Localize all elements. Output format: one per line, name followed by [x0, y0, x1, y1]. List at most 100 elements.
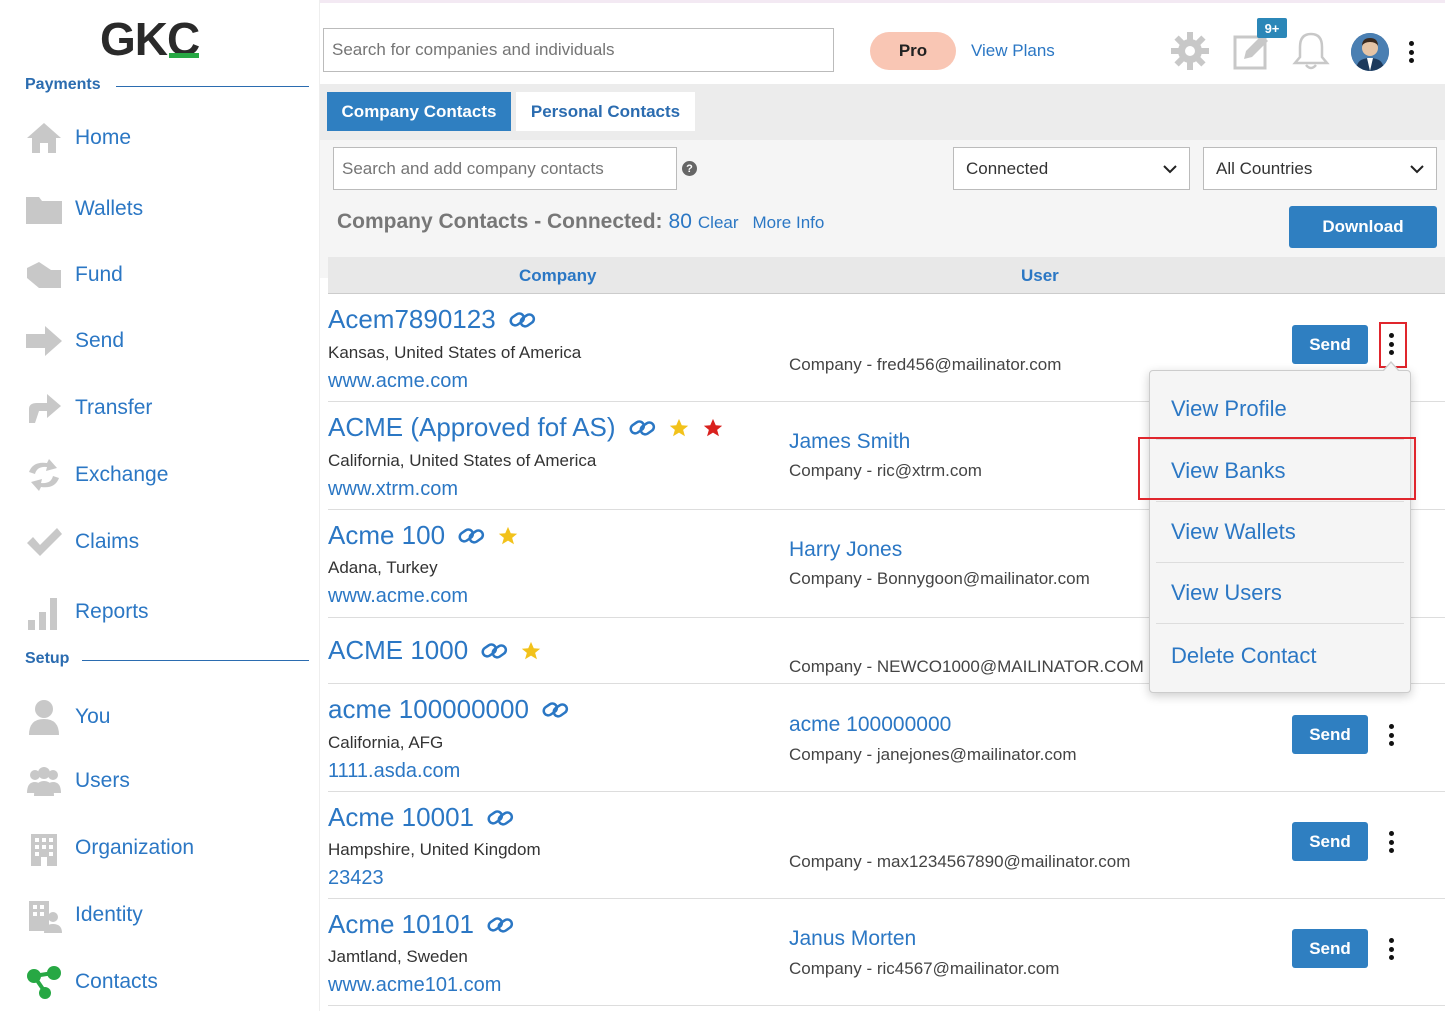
company-name-link[interactable]: Acme 10001: [328, 802, 514, 833]
company-location: California, United States of America: [328, 451, 597, 470]
sidebar-item-transfer[interactable]: Transfer: [25, 388, 152, 428]
company-website-link[interactable]: www.xtrm.com: [328, 478, 458, 501]
user-name-link[interactable]: James Smith: [789, 430, 910, 454]
star-icon: [522, 641, 541, 659]
table-row: acme 100000000 California, AFG 1111.asda…: [328, 684, 1445, 792]
contacts-icon: [25, 964, 63, 1000]
contact-count: 80: [668, 210, 692, 233]
sidebar-item-claims[interactable]: Claims: [25, 522, 139, 562]
avatar[interactable]: [1351, 33, 1389, 71]
company-name-link[interactable]: Acme 10101: [328, 909, 514, 940]
sidebar-item-fund[interactable]: Fund: [25, 255, 123, 295]
clear-link[interactable]: Clear: [698, 213, 739, 233]
link-icon: [629, 419, 655, 436]
sidebar-item-contacts[interactable]: Contacts: [25, 962, 158, 1002]
summary-row: Company Contacts - Connected: 80 Clear M…: [337, 210, 824, 234]
menu-item-view-wallets[interactable]: View Wallets: [1156, 502, 1404, 563]
column-header-company: Company: [519, 266, 597, 285]
bell-icon[interactable]: [1292, 31, 1330, 71]
highlight-outline: [1138, 437, 1416, 500]
user-icon: [25, 699, 63, 735]
user-name-link[interactable]: Harry Jones: [789, 538, 902, 562]
company-location: California, AFG: [328, 733, 444, 752]
company-website-link[interactable]: www.acme.com: [328, 585, 468, 608]
country-select[interactable]: All Countries: [1203, 147, 1437, 190]
sidebar-item-identity[interactable]: Identity: [25, 895, 143, 935]
fund-icon: [25, 257, 63, 293]
tab-company-contacts[interactable]: Company Contacts: [327, 92, 511, 131]
sidebar-item-organization[interactable]: Organization: [25, 828, 194, 868]
company-location: Adana, Turkey: [328, 558, 438, 577]
chevron-down-icon: [1410, 164, 1424, 173]
star-icon: [669, 418, 688, 436]
sidebar-item-you[interactable]: You: [25, 697, 110, 737]
send-button[interactable]: Send: [1292, 325, 1368, 364]
building-icon: [25, 830, 63, 866]
app-root: GKC Payments Home Wallets Fund Send Tran…: [0, 0, 1445, 1011]
link-icon: [487, 809, 514, 826]
more-vertical-icon[interactable]: [1406, 41, 1416, 63]
menu-item-delete-contact[interactable]: Delete Contact: [1156, 625, 1404, 686]
section-divider: [82, 660, 309, 661]
pro-button[interactable]: Pro: [870, 32, 956, 70]
user-email: Company - fred456@mailinator.com: [789, 355, 1062, 374]
link-icon: [542, 701, 569, 718]
table-row: Acme 10101 Jamtland, Sweden www.acme101.…: [328, 899, 1445, 1006]
send-button[interactable]: Send: [1292, 822, 1368, 861]
contact-search-input[interactable]: [333, 147, 677, 190]
sidebar-item-home[interactable]: Home: [25, 118, 131, 158]
global-search-input[interactable]: [323, 28, 834, 72]
user-email: Company - ric4567@mailinator.com: [789, 959, 1060, 978]
user-email: Company - max1234567890@mailinator.com: [789, 852, 1131, 871]
send-button[interactable]: Send: [1292, 929, 1368, 968]
gear-icon[interactable]: [1170, 31, 1210, 71]
logo[interactable]: GKC: [100, 12, 200, 66]
more-info-link[interactable]: More Info: [753, 213, 825, 233]
view-plans-link[interactable]: View Plans: [971, 41, 1055, 61]
more-vertical-icon[interactable]: [1381, 934, 1401, 964]
chevron-down-icon: [1163, 164, 1177, 173]
sidebar-item-exchange[interactable]: Exchange: [25, 455, 168, 495]
status-select[interactable]: Connected: [953, 147, 1190, 190]
more-vertical-icon[interactable]: [1381, 720, 1401, 750]
table-row: Acme 10001 Hampshire, United Kingdom 234…: [328, 792, 1445, 899]
user-name-link[interactable]: Janus Morten: [789, 927, 916, 951]
column-header-user: User: [1021, 266, 1059, 285]
tab-personal-contacts[interactable]: Personal Contacts: [516, 92, 695, 131]
company-website-link[interactable]: 1111.asda.com: [328, 760, 460, 783]
user-name-link[interactable]: acme 100000000: [789, 713, 951, 737]
menu-item-view-profile[interactable]: View Profile: [1156, 379, 1404, 440]
company-name-link[interactable]: acme 100000000: [328, 694, 569, 725]
user-email: Company - janejones@mailinator.com: [789, 745, 1077, 764]
section-divider: [116, 86, 309, 87]
company-location: Kansas, United States of America: [328, 343, 582, 362]
company-name-link[interactable]: Acem7890123: [328, 304, 536, 335]
sidebar: GKC Payments Home Wallets Fund Send Tran…: [0, 0, 320, 1011]
company-website-link[interactable]: 23423: [328, 867, 384, 890]
menu-item-view-users[interactable]: View Users: [1156, 563, 1404, 624]
setup-section-label: Setup: [25, 650, 70, 667]
sidebar-item-send[interactable]: Send: [25, 321, 124, 361]
link-icon: [458, 527, 485, 544]
more-vertical-icon[interactable]: [1381, 827, 1401, 857]
link-icon: [487, 916, 514, 933]
company-website-link[interactable]: www.acme.com: [328, 370, 468, 393]
company-name-link[interactable]: Acme 100: [328, 520, 519, 551]
sidebar-item-users[interactable]: Users: [25, 761, 130, 801]
tabs-bar: Company Contacts Personal Contacts: [320, 84, 1445, 140]
bar-chart-icon: [25, 594, 63, 630]
table-header: Company User: [328, 257, 1445, 294]
company-name-link[interactable]: ACME 1000: [328, 635, 542, 666]
user-email: Company - Bonnygoon@mailinator.com: [789, 569, 1090, 588]
check-icon: [25, 524, 63, 560]
company-location: Jamtland, Sweden: [328, 947, 468, 966]
help-icon[interactable]: ?: [682, 161, 697, 176]
sidebar-item-wallets[interactable]: Wallets: [25, 189, 143, 229]
send-button[interactable]: Send: [1292, 715, 1368, 754]
arrow-right-icon: [25, 323, 63, 359]
sidebar-item-reports[interactable]: Reports: [25, 592, 149, 632]
company-website-link[interactable]: www.acme101.com: [328, 974, 501, 997]
download-button[interactable]: Download: [1289, 206, 1437, 248]
page-title: Company Contacts - Connected:: [337, 210, 663, 233]
company-name-link[interactable]: ACME (Approved fof AS): [328, 412, 724, 443]
